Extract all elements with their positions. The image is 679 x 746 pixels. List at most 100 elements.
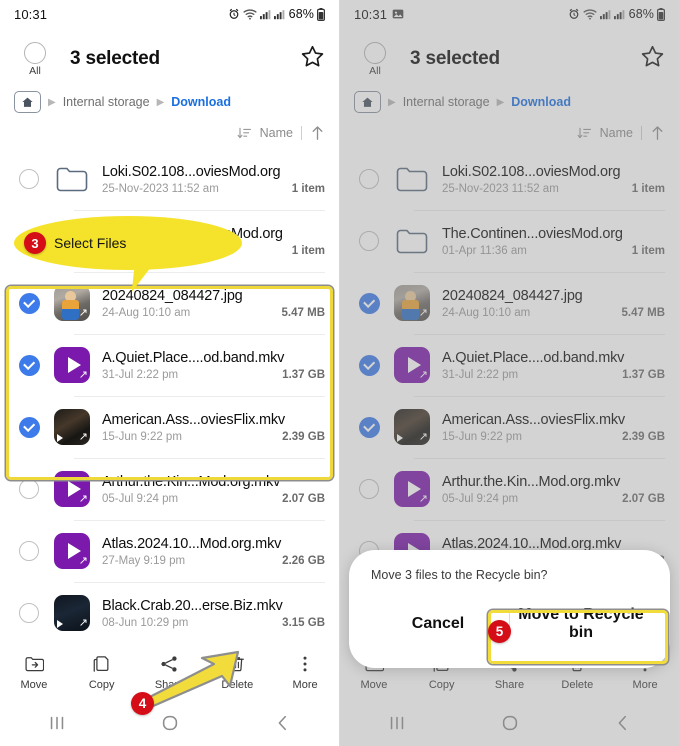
row-checkbox-checked[interactable] [10, 354, 48, 376]
wifi-icon [583, 8, 597, 20]
file-name: 20240824_084427.jpg [442, 287, 583, 304]
breadcrumb-download[interactable]: Download [511, 95, 571, 109]
file-date: 31-Jul 2:22 pm [102, 368, 179, 381]
row-checkbox[interactable] [10, 479, 48, 499]
more-button[interactable]: More [271, 654, 339, 691]
back-chevron-icon[interactable] [226, 713, 339, 733]
folder-icon [388, 228, 436, 254]
battery-icon [657, 7, 666, 21]
home-circle-icon[interactable] [113, 713, 226, 733]
list-item[interactable]: ↗ Arthur.the.Kin...Mod.org.mkv 05-Jul 9:… [340, 458, 679, 520]
row-checkbox-checked[interactable] [10, 292, 48, 314]
divider [301, 126, 302, 140]
file-name: Arthur.the.Kin...Mod.org.mkv [442, 473, 621, 490]
left-screen: 10:31 68% All 3 selected ▶ Internal stor… [0, 0, 339, 746]
list-item[interactable]: ↗ 20240824_084427.jpg 24-Aug 10:10 am 5.… [340, 272, 679, 334]
more-label: More [292, 678, 318, 691]
row-checkbox-checked[interactable] [350, 292, 388, 314]
move-button[interactable]: Move [0, 654, 68, 691]
breadcrumb-internal-storage[interactable]: Internal storage [63, 95, 150, 109]
file-date: 15-Jun 9:22 pm [442, 430, 522, 443]
file-name: American.Ass...oviesFlix.mkv [442, 411, 625, 428]
folder-icon [48, 166, 96, 192]
sort-descending-icon[interactable] [237, 126, 252, 141]
star-icon[interactable] [640, 44, 665, 74]
list-item[interactable]: The.Continen...oviesMod.org 01-Apr 11:36… [340, 210, 679, 272]
file-name: A.Quiet.Place....od.band.mkv [102, 349, 285, 366]
row-checkbox-checked[interactable] [350, 354, 388, 376]
row-checkbox[interactable] [350, 231, 388, 251]
more-label: More [632, 678, 658, 691]
list-item[interactable]: Loki.S02.108...oviesMod.org 25-Nov-2023 … [0, 148, 339, 210]
copy-button[interactable]: Copy [68, 654, 136, 691]
file-name: The.Continen...oviesMod.org [442, 225, 623, 242]
move-label: Move [360, 678, 388, 691]
move-to-recycle-bin-button[interactable]: Move to Recycle bin [510, 594, 652, 654]
file-size: 1 item [291, 244, 325, 257]
file-size: 1.37 GB [622, 368, 665, 381]
file-name: Loki.S02.108...oviesMod.org [442, 163, 621, 180]
sort-field-label[interactable]: Name [600, 126, 633, 140]
file-size: 2.39 GB [622, 430, 665, 443]
delete-label: Delete [221, 678, 254, 691]
expand-icon: ↗ [78, 617, 88, 629]
row-checkbox-checked[interactable] [10, 416, 48, 438]
breadcrumb-internal-storage[interactable]: Internal storage [403, 95, 490, 109]
file-date: 24-Aug 10:10 am [442, 306, 531, 319]
breadcrumb-download[interactable]: Download [171, 95, 231, 109]
star-icon[interactable] [300, 44, 325, 74]
sort-field-label[interactable]: Name [260, 126, 293, 140]
file-name: A.Quiet.Place....od.band.mkv [442, 349, 625, 366]
move-to-folder-icon [24, 654, 45, 674]
expand-icon: ↗ [418, 493, 428, 505]
list-item[interactable]: ↗ American.Ass...oviesFlix.mkv 15-Jun 9:… [340, 396, 679, 458]
status-bar: 10:31 68% [340, 0, 679, 28]
file-size: 1.37 GB [282, 368, 325, 381]
row-checkbox[interactable] [10, 603, 48, 623]
recents-icon[interactable] [0, 713, 113, 733]
row-checkbox-checked[interactable] [350, 416, 388, 438]
expand-icon: ↗ [418, 307, 428, 319]
row-checkbox[interactable] [350, 169, 388, 189]
row-checkbox[interactable] [10, 541, 48, 561]
file-date: 05-Jul 9:24 pm [102, 492, 179, 505]
copy-label: Copy [428, 678, 455, 691]
list-item[interactable]: Loki.S02.108...oviesMod.org 25-Nov-2023 … [340, 148, 679, 210]
list-item[interactable]: ↗ Arthur.the.Kin...Mod.org.mkv 05-Jul 9:… [0, 458, 339, 520]
video-thumbnail: ↗ [388, 347, 436, 383]
move-label: Move [20, 678, 48, 691]
sort-descending-icon[interactable] [577, 126, 592, 141]
select-all-button[interactable]: All [354, 41, 396, 77]
battery-percent: 68% [628, 7, 654, 21]
expand-icon: ↗ [418, 431, 428, 443]
expand-icon: ↗ [78, 431, 88, 443]
file-name: Arthur.the.Kin...Mod.org.mkv [102, 473, 281, 490]
sort-bar: Name [0, 118, 339, 148]
recents-icon[interactable] [340, 713, 453, 733]
row-checkbox[interactable] [10, 169, 48, 189]
cancel-button[interactable]: Cancel [367, 603, 509, 645]
arrow-up-icon[interactable] [650, 125, 665, 141]
home-folder-icon[interactable] [354, 91, 381, 113]
list-item[interactable]: ↗ Atlas.2024.10...Mod.org.mkv 27-May 9:1… [0, 520, 339, 582]
row-checkbox[interactable] [350, 479, 388, 499]
back-chevron-icon[interactable] [566, 713, 679, 733]
home-circle-icon[interactable] [453, 713, 566, 733]
list-item[interactable]: ↗ American.Ass...oviesFlix.mkv 15-Jun 9:… [0, 396, 339, 458]
select-all-checkbox[interactable] [364, 41, 386, 64]
file-size: 3.15 GB [282, 616, 325, 629]
delete-button[interactable]: Delete [203, 654, 271, 691]
list-item[interactable]: ↗ A.Quiet.Place....od.band.mkv 31-Jul 2:… [0, 334, 339, 396]
list-item[interactable]: ↗ A.Quiet.Place....od.band.mkv 31-Jul 2:… [340, 334, 679, 396]
home-folder-icon[interactable] [14, 91, 41, 113]
video-thumbnail: ↗ [48, 471, 96, 507]
file-name: Black.Crab.20...erse.Biz.mkv [102, 597, 283, 614]
list-item[interactable]: ↗ 20240824_084427.jpg 24-Aug 10:10 am 5.… [0, 272, 339, 334]
expand-icon: ↗ [418, 369, 428, 381]
share-button[interactable]: Share [136, 654, 204, 691]
list-item[interactable]: ↗ Black.Crab.20...erse.Biz.mkv 08-Jun 10… [0, 582, 339, 644]
file-date: 27-May 9:19 pm [102, 554, 186, 567]
select-all-checkbox[interactable] [24, 41, 46, 64]
select-all-button[interactable]: All [14, 41, 56, 77]
arrow-up-icon[interactable] [310, 125, 325, 141]
